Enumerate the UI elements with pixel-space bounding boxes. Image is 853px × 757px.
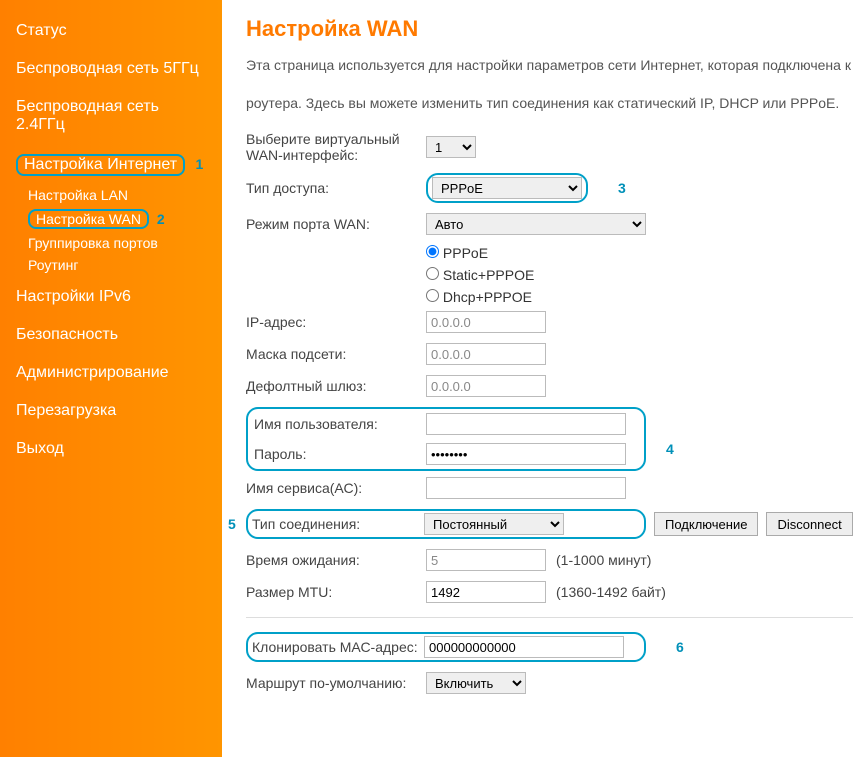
- nav-lan-setup[interactable]: Настройка LAN: [0, 184, 222, 206]
- input-gateway: [426, 375, 546, 397]
- input-mtu[interactable]: [426, 581, 546, 603]
- nav-ipv6[interactable]: Настройки IPv6: [0, 276, 222, 314]
- radio-static-pppoe[interactable]: [426, 267, 439, 280]
- disconnect-button[interactable]: Disconnect: [766, 512, 852, 536]
- nav-internet-setup[interactable]: Настройка Интернет 1: [0, 142, 222, 184]
- radio-pppoe-label: PPPoE: [443, 245, 488, 261]
- annotation-3: 3: [618, 180, 626, 196]
- nav-wireless-24ghz[interactable]: Беспроводная сеть 2.4ГГц: [0, 86, 222, 142]
- label-mask: Маска подсети:: [246, 346, 426, 362]
- nav-routing[interactable]: Роутинг: [0, 254, 222, 276]
- input-clone-mac[interactable]: [424, 636, 624, 658]
- input-ip: [426, 311, 546, 333]
- annotation-2: 2: [157, 211, 165, 227]
- select-access-type[interactable]: PPPoE: [432, 177, 582, 199]
- nav-security[interactable]: Безопасность: [0, 314, 222, 352]
- nav-reboot[interactable]: Перезагрузка: [0, 390, 222, 428]
- page-title: Настройка WAN: [246, 16, 853, 42]
- input-mask: [426, 343, 546, 365]
- nav-port-grouping[interactable]: Группировка портов: [0, 232, 222, 254]
- label-idle-time: Время ожидания:: [246, 552, 426, 568]
- label-access-type: Тип доступа:: [246, 180, 426, 196]
- nav-status[interactable]: Статус: [0, 10, 222, 48]
- radio-dhcp-pppoe[interactable]: [426, 289, 439, 302]
- radio-static-pppoe-label: Static+PPPOE: [443, 267, 534, 283]
- label-wan-port-mode: Режим порта WAN:: [246, 216, 426, 232]
- page-intro-2: роутера. Здесь вы можете изменить тип со…: [246, 94, 853, 114]
- label-password: Пароль:: [254, 446, 426, 462]
- nav-admin[interactable]: Администрирование: [0, 352, 222, 390]
- hint-mtu: (1360-1492 байт): [556, 584, 666, 600]
- nav-internet-setup-label: Настройка Интернет: [24, 156, 177, 173]
- input-idle-time: [426, 549, 546, 571]
- select-virtual-wan[interactable]: 1: [426, 136, 476, 158]
- select-conn-type[interactable]: Постоянный: [424, 513, 564, 535]
- label-gateway: Дефолтный шлюз:: [246, 378, 426, 394]
- sidebar: Статус Беспроводная сеть 5ГГц Беспроводн…: [0, 0, 222, 757]
- separator: [246, 617, 853, 618]
- annotation-5: 5: [228, 516, 236, 532]
- label-username: Имя пользователя:: [254, 416, 426, 432]
- label-mtu: Размер MTU:: [246, 584, 426, 600]
- input-service-name[interactable]: [426, 477, 626, 499]
- radio-dhcp-pppoe-label: Dhcp+PPPOE: [443, 289, 532, 305]
- page-intro-1: Эта страница используется для настройки …: [246, 56, 853, 76]
- radio-pppoe[interactable]: [426, 245, 439, 258]
- label-conn-type: Тип соединения:: [252, 516, 424, 532]
- nav-wireless-5ghz[interactable]: Беспроводная сеть 5ГГц: [0, 48, 222, 86]
- nav-wan-setup[interactable]: Настройка WAN 2: [0, 206, 222, 232]
- nav-wan-setup-label: Настройка WAN: [36, 211, 141, 227]
- select-default-route[interactable]: Включить: [426, 672, 526, 694]
- label-ip: IP-адрес:: [246, 314, 426, 330]
- annotation-1: 1: [195, 156, 203, 172]
- nav-logout[interactable]: Выход: [0, 428, 222, 466]
- annotation-4: 4: [666, 441, 674, 457]
- label-default-route: Маршрут по-умолчанию:: [246, 675, 426, 691]
- select-wan-port-mode[interactable]: Авто: [426, 213, 646, 235]
- input-username[interactable]: [426, 413, 626, 435]
- annotation-6: 6: [676, 639, 684, 655]
- input-password[interactable]: [426, 443, 626, 465]
- hint-idle-time: (1-1000 минут): [556, 552, 651, 568]
- connect-button[interactable]: Подключение: [654, 512, 758, 536]
- main-content: Настройка WAN Эта страница используется …: [222, 0, 853, 757]
- label-clone-mac: Клонировать МАС-адрес:: [252, 639, 424, 655]
- label-virtual-wan: Выберите виртуальный WAN-интерфейс:: [246, 131, 426, 163]
- label-service-name: Имя сервиса(АС):: [246, 480, 426, 496]
